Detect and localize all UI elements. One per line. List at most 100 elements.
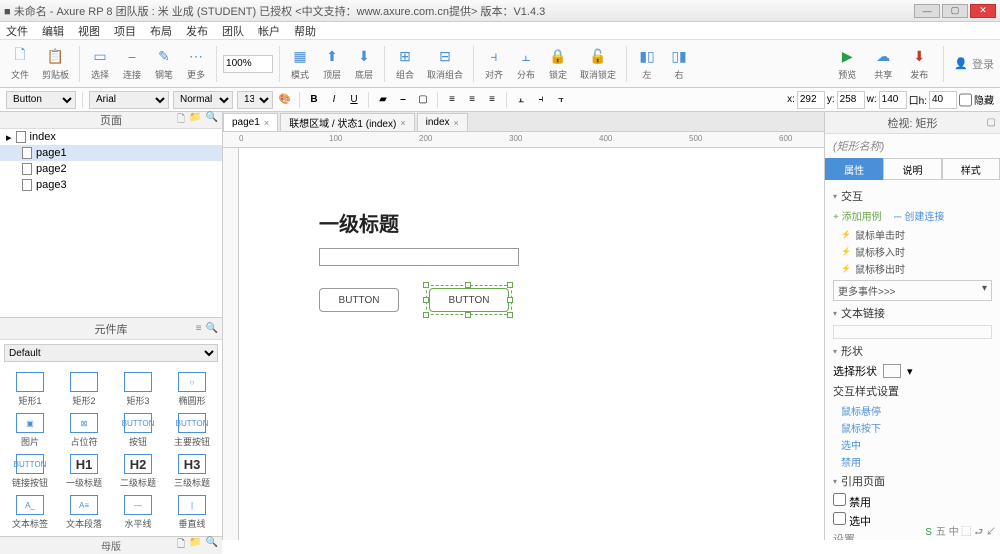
tool-align[interactable]: ⫞对齐 xyxy=(480,46,508,81)
search-icon[interactable]: 🔍 xyxy=(206,112,218,129)
y-input[interactable] xyxy=(837,91,865,109)
tool-ungroup[interactable]: ⊟取消组合 xyxy=(423,46,467,81)
tool-clipboard[interactable]: 📋剪贴板 xyxy=(38,46,73,81)
shape-name-field[interactable]: (矩形名称) xyxy=(825,134,1000,158)
textlink-box[interactable] xyxy=(833,325,992,339)
menu-team[interactable]: 团队 xyxy=(222,23,244,39)
document-tab[interactable]: page1× xyxy=(223,113,278,131)
valign-top-icon[interactable]: ⫠ xyxy=(513,92,529,108)
tool-bottom[interactable]: ⬇底层 xyxy=(350,46,378,81)
library-item[interactable]: ○椭圆形 xyxy=(166,370,218,409)
style-selected[interactable]: 选中 xyxy=(841,437,992,452)
tab-notes[interactable]: 说明 xyxy=(883,158,941,180)
tool-pen[interactable]: ✎钢笔 xyxy=(150,46,178,81)
event-mouseenter[interactable]: 鼠标移入时 xyxy=(841,244,992,259)
library-item[interactable]: 矩形2 xyxy=(58,370,110,409)
tree-item[interactable]: page2 xyxy=(0,161,222,177)
library-item[interactable]: A≡文本段落 xyxy=(58,493,110,532)
library-set-select[interactable]: Default xyxy=(4,344,218,362)
style-disabled[interactable]: 禁用 xyxy=(841,454,992,469)
library-item[interactable]: 矩形1 xyxy=(4,370,56,409)
tree-item[interactable]: page3 xyxy=(0,177,222,193)
event-mouseleave[interactable]: 鼠标移出时 xyxy=(841,261,992,276)
lib-menu-icon[interactable]: ≡ xyxy=(196,323,202,334)
x-input[interactable] xyxy=(797,91,825,109)
italic-icon[interactable]: I xyxy=(326,92,342,108)
chevron-down-icon[interactable]: ▾ xyxy=(907,365,913,378)
tool-lock[interactable]: 🔒锁定 xyxy=(544,46,572,81)
resize-handle[interactable] xyxy=(423,297,429,303)
border-icon[interactable]: ▢ xyxy=(415,92,431,108)
tool-publish[interactable]: ⬇发布 xyxy=(905,46,933,81)
color-icon[interactable]: 🎨 xyxy=(277,92,293,108)
widget-type-select[interactable]: Button xyxy=(6,91,76,109)
align-center-icon[interactable]: ≡ xyxy=(464,92,480,108)
menu-help[interactable]: 帮助 xyxy=(294,23,316,39)
tool-preview[interactable]: ▶预览 xyxy=(833,46,861,81)
library-item[interactable]: H1一级标题 xyxy=(58,452,110,491)
font-select[interactable]: Arial xyxy=(89,91,169,109)
selected-checkbox[interactable] xyxy=(833,512,846,525)
zoom-input[interactable] xyxy=(223,55,273,73)
weight-select[interactable]: Normal xyxy=(173,91,233,109)
maximize-button[interactable]: ▢ xyxy=(942,4,968,18)
tool-top[interactable]: ⬆顶层 xyxy=(318,46,346,81)
search-icon[interactable]: 🔍 xyxy=(206,323,218,334)
tab-attributes[interactable]: 属性 xyxy=(825,158,883,180)
library-item[interactable]: BUTTON链接按钮 xyxy=(4,452,56,491)
library-item[interactable]: A_文本标签 xyxy=(4,493,56,532)
tool-unlock[interactable]: 🔓取消锁定 xyxy=(576,46,620,81)
tool-left[interactable]: ▮▯左 xyxy=(633,46,661,81)
create-link-link[interactable]: ⎓ 创建连接 xyxy=(894,208,945,223)
valign-mid-icon[interactable]: ⫞ xyxy=(533,92,549,108)
add-page-icon[interactable]: 🗋 xyxy=(177,112,185,129)
textfield-widget[interactable] xyxy=(319,248,519,266)
tree-root[interactable]: ▸index xyxy=(0,129,222,145)
library-item[interactable]: ⊠占位符 xyxy=(58,411,110,450)
resize-handle[interactable] xyxy=(507,312,513,318)
library-item[interactable]: H3三级标题 xyxy=(166,452,218,491)
tool-group-btn[interactable]: ⊞组合 xyxy=(391,46,419,81)
tool-mode[interactable]: ▦模式 xyxy=(286,46,314,81)
menu-account[interactable]: 帐户 xyxy=(258,23,280,39)
w-input[interactable] xyxy=(879,91,907,109)
resize-handle[interactable] xyxy=(465,312,471,318)
library-item[interactable]: —水平线 xyxy=(112,493,164,532)
menu-edit[interactable]: 编辑 xyxy=(42,23,64,39)
heading-widget[interactable]: 一级标题 xyxy=(319,208,399,237)
add-folder-icon[interactable]: 📁 xyxy=(189,112,201,129)
canvas[interactable]: 一级标题 BUTTON BUTTON xyxy=(239,148,824,540)
inspector-menu-icon[interactable]: ▢ xyxy=(987,117,996,128)
tool-share[interactable]: ☁共享 xyxy=(869,46,897,81)
disabled-checkbox[interactable] xyxy=(833,493,846,506)
resize-handle[interactable] xyxy=(507,282,513,288)
event-click[interactable]: 鼠标单击时 xyxy=(841,227,992,242)
document-tab[interactable]: index× xyxy=(417,113,468,131)
tool-select[interactable]: ▭选择 xyxy=(86,46,114,81)
library-item[interactable]: 矩形3 xyxy=(112,370,164,409)
tree-item[interactable]: page1 xyxy=(0,145,222,161)
section-ref[interactable]: 引用页面 xyxy=(833,473,992,489)
library-item[interactable]: H2二级标题 xyxy=(112,452,164,491)
section-interactions[interactable]: 交互 xyxy=(833,188,992,204)
library-item[interactable]: ▣图片 xyxy=(4,411,56,450)
shape-picker[interactable] xyxy=(883,364,901,378)
style-mousedown[interactable]: 鼠标按下 xyxy=(841,420,992,435)
size-select[interactable]: 13 xyxy=(237,91,273,109)
resize-handle[interactable] xyxy=(423,312,429,318)
add-case-link[interactable]: + 添加用例 xyxy=(833,208,882,223)
style-hover[interactable]: 鼠标悬停 xyxy=(841,403,992,418)
resize-handle[interactable] xyxy=(423,282,429,288)
close-icon[interactable]: × xyxy=(400,118,405,128)
tool-right[interactable]: ▯▮右 xyxy=(665,46,693,81)
valign-bot-icon[interactable]: ⫟ xyxy=(553,92,569,108)
close-button[interactable]: ✕ xyxy=(970,4,996,18)
hidden-checkbox[interactable] xyxy=(959,91,972,109)
menu-publish[interactable]: 发布 xyxy=(186,23,208,39)
document-tab[interactable]: 联想区域 / 状态1 (index)× xyxy=(280,113,415,131)
close-icon[interactable]: × xyxy=(454,118,459,128)
fill-icon[interactable]: ▰ xyxy=(375,92,391,108)
tool-connect[interactable]: ⎯连接 xyxy=(118,46,146,81)
line-icon[interactable]: ⎯ xyxy=(395,92,411,108)
underline-icon[interactable]: U xyxy=(346,92,362,108)
